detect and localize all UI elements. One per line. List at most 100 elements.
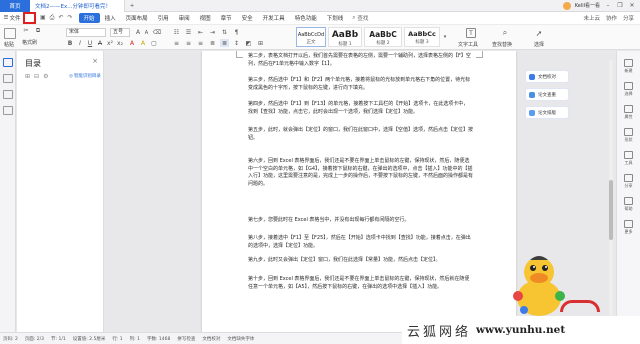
- undo-icon[interactable]: ↶: [58, 14, 63, 22]
- minimize-button[interactable]: –: [604, 2, 612, 9]
- font-name-select[interactable]: 宋体: [66, 28, 106, 37]
- line-spacing-icon[interactable]: ↕: [232, 39, 241, 47]
- toc-panel-icon[interactable]: [2, 58, 13, 67]
- avatar[interactable]: [562, 1, 571, 10]
- font-color-icon[interactable]: A: [128, 39, 136, 47]
- subscript-icon[interactable]: x₂: [116, 39, 124, 47]
- tab-home[interactable]: 首页: [0, 0, 30, 12]
- paragraph-step-7[interactable]: 第七步，您要此时在 Excel 表格当中，并没有出现每行都有间隔的空行。: [248, 217, 473, 225]
- status-page[interactable]: 页码: 2: [3, 336, 18, 342]
- select-icon[interactable]: ➚: [534, 28, 544, 38]
- align-left-icon[interactable]: ≡: [172, 39, 181, 47]
- tab-document[interactable]: 文档2——Ex...分钟即可看完！: [30, 0, 125, 12]
- search-box[interactable]: ⌕ 查找: [352, 14, 368, 23]
- proofread-button[interactable]: 文档校对: [525, 70, 569, 83]
- bullet-list-icon[interactable]: ☷: [172, 28, 181, 36]
- paragraph-step-5[interactable]: 第五步，此时，就会弹出【定位】的窗口，我们在此窗口中，选择【空值】选项，然后点击…: [248, 127, 473, 142]
- bookmark-icon[interactable]: [2, 74, 13, 83]
- document-page[interactable]: 第二步，表格文档打开以后，我们首先需要在表格的左侧，需要一个辅助列，选择表格左侧…: [202, 51, 516, 332]
- toc-expand-icon[interactable]: ⊞: [25, 73, 30, 80]
- save-icon[interactable]: ▣: [40, 14, 46, 22]
- print-icon[interactable]: ⎙: [50, 14, 55, 22]
- paragraph-step-4[interactable]: 第四步，然后选中【F1】到【F13】的单元格，接着按下工具栏的【开始】选项卡，在…: [248, 101, 473, 116]
- status-proof[interactable]: 文档校对: [202, 336, 220, 342]
- increase-indent-icon[interactable]: ⇥: [208, 28, 217, 36]
- format-brush-label[interactable]: 格式刷: [22, 39, 37, 46]
- paragraph-step-8[interactable]: 第八步，接着选中【F1】至【F25】，然后在【开始】选项卡中找到【查找】功能，接…: [248, 235, 473, 250]
- underline-icon[interactable]: U: [86, 39, 94, 47]
- menu-item-5[interactable]: 视图: [195, 13, 216, 23]
- status-words[interactable]: 字数: 1468: [147, 336, 170, 342]
- right-sidebar-item-0[interactable]: 新建: [617, 59, 640, 74]
- font-size-select[interactable]: 五号: [110, 28, 130, 37]
- redo-icon[interactable]: ↷: [68, 14, 73, 22]
- superscript-icon[interactable]: x²: [106, 39, 114, 47]
- menu-item-7[interactable]: 安全: [237, 13, 258, 23]
- collaborate-button[interactable]: 协作: [606, 14, 617, 22]
- strikethrough-icon[interactable]: A: [96, 39, 104, 47]
- find-replace-icon[interactable]: ⌕: [500, 28, 510, 38]
- paragraph-step-10[interactable]: 第十步，回到 Excel 表格界面后，我们还是不要在界面上单击鼠标的左键，保持现…: [248, 276, 473, 291]
- numbered-list-icon[interactable]: ☰: [184, 28, 193, 36]
- file-menu-button[interactable]: ☰ 文件: [2, 12, 22, 24]
- right-sidebar-item-6[interactable]: 帮助: [617, 197, 640, 212]
- paste-label[interactable]: 粘贴: [4, 41, 14, 48]
- decrease-indent-icon[interactable]: ⇤: [196, 28, 205, 36]
- right-sidebar-item-4[interactable]: 工具: [617, 151, 640, 166]
- maximize-button[interactable]: ❐: [616, 2, 624, 9]
- status-missing-font[interactable]: 文档缺失字体: [227, 336, 254, 342]
- style-heading-1[interactable]: AaBb 标题 1: [328, 27, 362, 47]
- paste-icon[interactable]: [4, 28, 16, 39]
- text-tool-label[interactable]: 文字工具: [458, 41, 478, 48]
- user-name[interactable]: Kelil看一看: [575, 2, 600, 9]
- sort-icon[interactable]: ⇅: [220, 28, 229, 36]
- paragraph-step-9[interactable]: 第九步，此时又会弹出【定位】窗口，我们在此选择【常量】功能，然后点击【定位】。: [248, 257, 473, 265]
- status-pages[interactable]: 页面: 2/3: [25, 336, 44, 342]
- thesis-format-button[interactable]: 论文排版: [525, 106, 569, 119]
- show-marks-icon[interactable]: ¶: [232, 28, 241, 36]
- menu-item-8[interactable]: 开发工具: [258, 13, 290, 23]
- find-panel-icon[interactable]: [2, 106, 13, 115]
- toc-smart-button[interactable]: ◎ 智能识别目录: [69, 73, 101, 80]
- nav-pages-icon[interactable]: [2, 90, 13, 99]
- close-button[interactable]: ✕: [628, 2, 636, 9]
- align-right-icon[interactable]: ≡: [196, 39, 205, 47]
- menu-item-2[interactable]: 页面布局: [121, 13, 153, 23]
- plagiarism-check-button[interactable]: 论文查重: [525, 88, 569, 101]
- toc-settings-icon[interactable]: ⚙: [43, 73, 48, 80]
- clear-format-icon[interactable]: ⌫: [153, 28, 161, 36]
- menu-item-9[interactable]: 特色功能: [290, 13, 322, 23]
- toc-close-icon[interactable]: ×: [92, 57, 98, 65]
- menu-item-10[interactable]: 下划线: [322, 13, 349, 23]
- copy-icon[interactable]: ⧉: [34, 27, 42, 34]
- align-center-icon[interactable]: ≡: [184, 39, 193, 47]
- share-button[interactable]: 分享: [623, 14, 634, 22]
- menu-item-6[interactable]: 章节: [216, 13, 237, 23]
- vertical-scrollbar[interactable]: [609, 60, 613, 320]
- italic-icon[interactable]: I: [76, 39, 84, 47]
- menu-item-3[interactable]: 引用: [153, 13, 174, 23]
- text-tool-icon[interactable]: T: [466, 28, 476, 38]
- distributed-icon[interactable]: ≣: [220, 39, 229, 47]
- scrollbar-thumb[interactable]: [609, 180, 613, 240]
- select-label[interactable]: 选择: [534, 41, 544, 48]
- status-spell[interactable]: 拼写检查: [177, 336, 195, 342]
- shading-icon[interactable]: ◩: [244, 39, 253, 47]
- new-tab-button[interactable]: +: [125, 0, 139, 12]
- right-sidebar-item-1[interactable]: 选择: [617, 82, 640, 97]
- cloud-status[interactable]: 未上云: [583, 14, 600, 22]
- right-sidebar-item-5[interactable]: 分享: [617, 174, 640, 189]
- char-border-icon[interactable]: ▢: [150, 39, 158, 47]
- cut-icon[interactable]: ✂: [22, 27, 30, 34]
- style-heading-2[interactable]: AaBbC 标题 2: [364, 27, 402, 47]
- style-normal[interactable]: AaBbCcDd 正文: [296, 27, 326, 47]
- highlight-color-icon[interactable]: A: [139, 39, 147, 47]
- paragraph-step-3[interactable]: 第三步，然后选中【F1】和【F2】两个单元格，接着将鼠标的光标放到单元格右下角的…: [248, 77, 473, 92]
- bold-icon[interactable]: B: [66, 39, 74, 47]
- grow-font-icon[interactable]: A: [134, 28, 142, 36]
- shrink-font-icon[interactable]: A: [143, 29, 150, 36]
- find-replace-label[interactable]: 查找替换: [492, 41, 512, 48]
- toc-collapse-icon[interactable]: ⊟: [34, 73, 39, 80]
- menu-item-1[interactable]: 插入: [100, 13, 121, 23]
- right-sidebar-item-7[interactable]: 更多: [617, 220, 640, 235]
